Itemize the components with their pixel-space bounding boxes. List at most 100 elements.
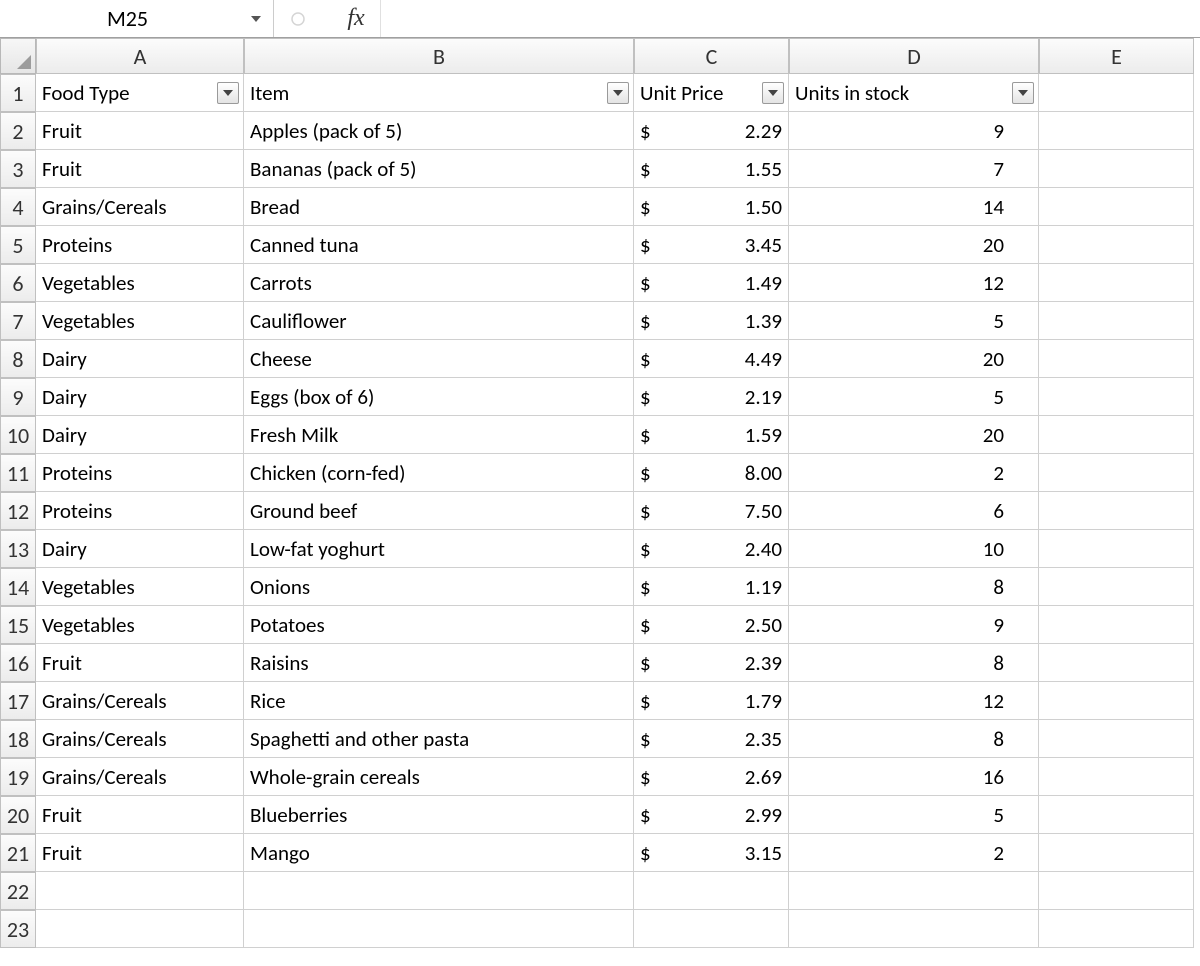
row-header-3[interactable]: 3: [0, 150, 36, 188]
cell-C7[interactable]: $1.39: [634, 302, 789, 340]
cell-B3[interactable]: Bananas (pack of 5): [244, 150, 634, 188]
cell-D4[interactable]: 14: [789, 188, 1039, 226]
cell-E10[interactable]: [1039, 416, 1194, 454]
row-header-20[interactable]: 20: [0, 796, 36, 834]
row-header-6[interactable]: 6: [0, 264, 36, 302]
column-header-D[interactable]: D: [789, 38, 1039, 74]
cell-B18[interactable]: Spaghetti and other pasta: [244, 720, 634, 758]
cell-C20[interactable]: $2.99: [634, 796, 789, 834]
header-item[interactable]: Item: [244, 74, 634, 112]
filter-unit-price-button[interactable]: [762, 82, 784, 104]
cell-E14[interactable]: [1039, 568, 1194, 606]
cell-C4[interactable]: $1.50: [634, 188, 789, 226]
cell-D11[interactable]: 2: [789, 454, 1039, 492]
cell-E2[interactable]: [1039, 112, 1194, 150]
cell-C16[interactable]: $2.39: [634, 644, 789, 682]
cell-B17[interactable]: Rice: [244, 682, 634, 720]
cell-E12[interactable]: [1039, 492, 1194, 530]
cell-A17[interactable]: Grains/Cereals: [36, 682, 244, 720]
cell-B23[interactable]: [244, 910, 634, 948]
cell-B4[interactable]: Bread: [244, 188, 634, 226]
cell-C2[interactable]: $2.29: [634, 112, 789, 150]
cell-D6[interactable]: 12: [789, 264, 1039, 302]
row-header-21[interactable]: 21: [0, 834, 36, 872]
cell-D23[interactable]: [789, 910, 1039, 948]
select-all-corner[interactable]: [0, 38, 36, 74]
row-header-5[interactable]: 5: [0, 226, 36, 264]
filter-food-type-button[interactable]: [217, 82, 239, 104]
cell-E22[interactable]: [1039, 872, 1194, 910]
cell-D5[interactable]: 20: [789, 226, 1039, 264]
cell-A14[interactable]: Vegetables: [36, 568, 244, 606]
row-header-14[interactable]: 14: [0, 568, 36, 606]
cell-E21[interactable]: [1039, 834, 1194, 872]
cell-E6[interactable]: [1039, 264, 1194, 302]
header-unit-price[interactable]: Unit Price: [634, 74, 789, 112]
cell-E13[interactable]: [1039, 530, 1194, 568]
cell-A12[interactable]: Proteins: [36, 492, 244, 530]
cell-A4[interactable]: Grains/Cereals: [36, 188, 244, 226]
cell-B15[interactable]: Potatoes: [244, 606, 634, 644]
cell-B12[interactable]: Ground beef: [244, 492, 634, 530]
cell-E16[interactable]: [1039, 644, 1194, 682]
cell-A7[interactable]: Vegetables: [36, 302, 244, 340]
cell-C3[interactable]: $1.55: [634, 150, 789, 188]
row-header-8[interactable]: 8: [0, 340, 36, 378]
row-header-9[interactable]: 9: [0, 378, 36, 416]
row-header-17[interactable]: 17: [0, 682, 36, 720]
cell-C14[interactable]: $1.19: [634, 568, 789, 606]
cell-B20[interactable]: Blueberries: [244, 796, 634, 834]
insert-function-button[interactable]: fx: [342, 5, 370, 33]
cell-A23[interactable]: [36, 910, 244, 948]
filter-units-in-stock-button[interactable]: [1012, 82, 1034, 104]
cell-E1[interactable]: [1039, 74, 1194, 112]
cell-C9[interactable]: $2.19: [634, 378, 789, 416]
cell-E18[interactable]: [1039, 720, 1194, 758]
cell-D8[interactable]: 20: [789, 340, 1039, 378]
header-units-in-stock[interactable]: Units in stock: [789, 74, 1039, 112]
row-header-11[interactable]: 11: [0, 454, 36, 492]
cell-B9[interactable]: Eggs (box of 6): [244, 378, 634, 416]
cell-A20[interactable]: Fruit: [36, 796, 244, 834]
cell-A16[interactable]: Fruit: [36, 644, 244, 682]
header-food-type[interactable]: Food Type: [36, 74, 244, 112]
cell-B5[interactable]: Canned tuna: [244, 226, 634, 264]
row-header-12[interactable]: 12: [0, 492, 36, 530]
cell-B11[interactable]: Chicken (corn-fed): [244, 454, 634, 492]
cell-E5[interactable]: [1039, 226, 1194, 264]
cell-C11[interactable]: $8.00: [634, 454, 789, 492]
cell-D2[interactable]: 9: [789, 112, 1039, 150]
cell-A6[interactable]: Vegetables: [36, 264, 244, 302]
cell-E8[interactable]: [1039, 340, 1194, 378]
cell-B21[interactable]: Mango: [244, 834, 634, 872]
cell-D7[interactable]: 5: [789, 302, 1039, 340]
cell-C5[interactable]: $3.45: [634, 226, 789, 264]
cell-C12[interactable]: $7.50: [634, 492, 789, 530]
cell-B8[interactable]: Cheese: [244, 340, 634, 378]
formula-input[interactable]: [381, 0, 1200, 37]
cell-E20[interactable]: [1039, 796, 1194, 834]
name-box[interactable]: M25: [0, 0, 274, 37]
row-header-7[interactable]: 7: [0, 302, 36, 340]
cell-E7[interactable]: [1039, 302, 1194, 340]
row-header-18[interactable]: 18: [0, 720, 36, 758]
cell-A11[interactable]: Proteins: [36, 454, 244, 492]
cell-D22[interactable]: [789, 872, 1039, 910]
cell-C18[interactable]: $2.35: [634, 720, 789, 758]
cell-D10[interactable]: 20: [789, 416, 1039, 454]
cell-A21[interactable]: Fruit: [36, 834, 244, 872]
row-header-22[interactable]: 22: [0, 872, 36, 910]
column-header-E[interactable]: E: [1039, 38, 1194, 74]
cell-D19[interactable]: 16: [789, 758, 1039, 796]
cell-E19[interactable]: [1039, 758, 1194, 796]
row-header-10[interactable]: 10: [0, 416, 36, 454]
cell-E17[interactable]: [1039, 682, 1194, 720]
row-header-19[interactable]: 19: [0, 758, 36, 796]
cell-C6[interactable]: $1.49: [634, 264, 789, 302]
cell-A13[interactable]: Dairy: [36, 530, 244, 568]
row-header-15[interactable]: 15: [0, 606, 36, 644]
cell-A3[interactable]: Fruit: [36, 150, 244, 188]
cell-B2[interactable]: Apples (pack of 5): [244, 112, 634, 150]
row-header-23[interactable]: 23: [0, 910, 36, 948]
cell-A22[interactable]: [36, 872, 244, 910]
